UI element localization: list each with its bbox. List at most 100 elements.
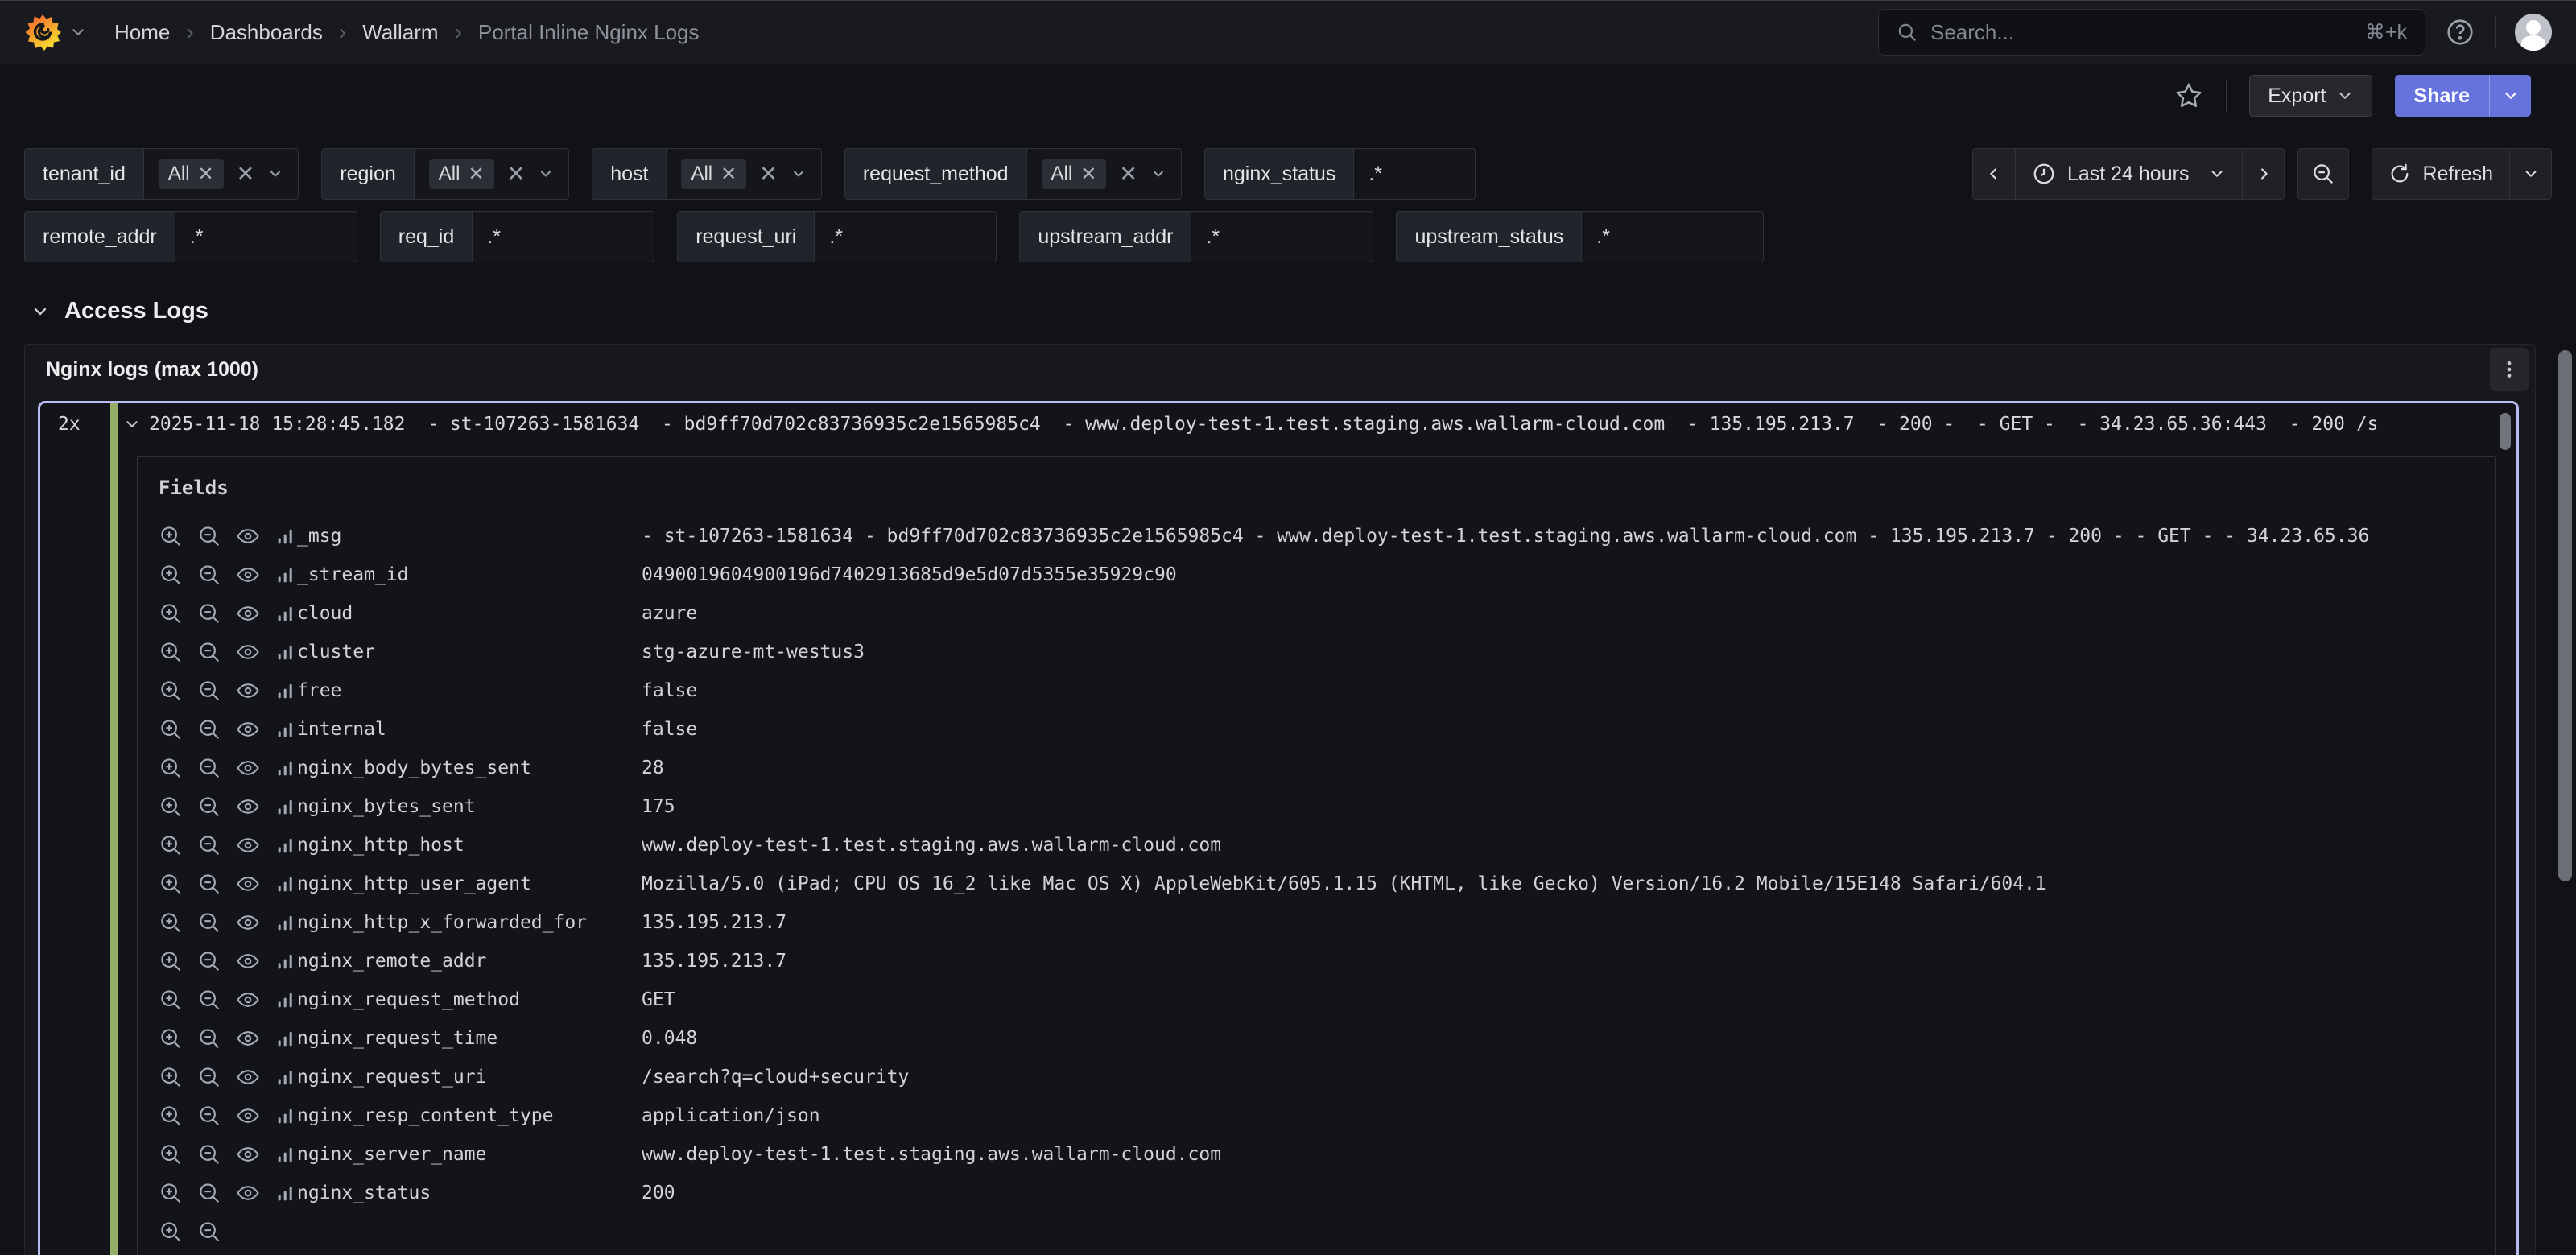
variable-value-box[interactable]: All ✕ ✕ xyxy=(415,149,568,199)
filter-for-value-button[interactable] xyxy=(159,601,183,625)
toggle-field-visibility-button[interactable] xyxy=(236,833,260,857)
filter-out-value-button[interactable] xyxy=(197,601,221,625)
filter-out-value-button[interactable] xyxy=(197,872,221,896)
field-stats-button[interactable] xyxy=(275,718,297,741)
field-stats-button[interactable] xyxy=(275,525,297,547)
field-stats-button[interactable] xyxy=(275,795,297,818)
toggle-field-visibility-button[interactable] xyxy=(236,949,260,973)
filter-out-value-button[interactable] xyxy=(197,524,221,548)
share-menu-button[interactable] xyxy=(2489,75,2531,117)
regex-input[interactable] xyxy=(473,212,654,262)
log-line[interactable]: 2x 2025-11-18 15:28:45.182 - st-107263-1… xyxy=(40,403,2516,445)
chip-remove-icon[interactable]: ✕ xyxy=(198,163,214,186)
filter-for-value-button[interactable] xyxy=(159,1026,183,1051)
filter-out-value-button[interactable] xyxy=(197,640,221,664)
filter-for-value-button[interactable] xyxy=(159,524,183,548)
regex-input[interactable] xyxy=(1582,212,1763,262)
filter-out-value-button[interactable] xyxy=(197,1181,221,1205)
filter-out-value-button[interactable] xyxy=(197,910,221,935)
field-stats-button[interactable] xyxy=(275,989,297,1011)
toggle-field-visibility-button[interactable] xyxy=(236,679,260,703)
filter-for-value-button[interactable] xyxy=(159,679,183,703)
grafana-logo-menu[interactable] xyxy=(24,14,87,51)
filter-out-value-button[interactable] xyxy=(197,563,221,587)
filter-for-value-button[interactable] xyxy=(159,1220,183,1244)
global-search[interactable]: ⌘+k xyxy=(1878,9,2425,56)
toggle-field-visibility-button[interactable] xyxy=(236,1026,260,1051)
filter-out-value-button[interactable] xyxy=(197,756,221,780)
field-stats-button[interactable] xyxy=(275,757,297,779)
collapse-log-button[interactable] xyxy=(123,415,141,433)
filter-for-value-button[interactable] xyxy=(159,1065,183,1089)
toggle-field-visibility-button[interactable] xyxy=(236,640,260,664)
regex-input[interactable] xyxy=(175,212,357,262)
filter-for-value-button[interactable] xyxy=(159,1181,183,1205)
chevron-down-icon[interactable] xyxy=(538,166,554,182)
filter-out-value-button[interactable] xyxy=(197,833,221,857)
variable-value-box[interactable]: All ✕ ✕ xyxy=(144,149,298,199)
field-stats-button[interactable] xyxy=(275,602,297,625)
breadcrumb-item[interactable]: Dashboards xyxy=(170,19,323,45)
page-scrollbar-thumb[interactable] xyxy=(2558,350,2572,881)
chip-remove-icon[interactable]: ✕ xyxy=(720,163,737,186)
field-stats-button[interactable] xyxy=(275,950,297,972)
field-stats-button[interactable] xyxy=(275,834,297,857)
clear-selection-icon[interactable]: ✕ xyxy=(237,163,255,185)
toggle-field-visibility-button[interactable] xyxy=(236,1142,260,1166)
help-button[interactable] xyxy=(2445,17,2475,47)
breadcrumb-item[interactable]: Home xyxy=(114,20,170,45)
filter-out-value-button[interactable] xyxy=(197,679,221,703)
time-shift-back-button[interactable] xyxy=(1973,149,2015,199)
field-stats-button[interactable] xyxy=(275,564,297,586)
clear-selection-icon[interactable]: ✕ xyxy=(759,163,778,185)
chip-remove-icon[interactable]: ✕ xyxy=(1080,163,1096,186)
search-input[interactable] xyxy=(1930,20,2352,45)
regex-input[interactable] xyxy=(815,212,996,262)
field-stats-button[interactable] xyxy=(275,1104,297,1127)
selected-value-chip[interactable]: All ✕ xyxy=(681,159,746,189)
time-zoom-out-button[interactable] xyxy=(2298,149,2348,199)
breadcrumb-item[interactable]: Portal Inline Nginx Logs xyxy=(439,19,700,45)
chevron-down-icon[interactable] xyxy=(791,166,807,182)
row-access-logs[interactable]: Access Logs xyxy=(0,274,2576,344)
variable-value-box[interactable]: All ✕ ✕ xyxy=(667,149,820,199)
logs-viewer[interactable]: 2x 2025-11-18 15:28:45.182 - st-107263-1… xyxy=(38,401,2519,1255)
toggle-field-visibility-button[interactable] xyxy=(236,795,260,819)
regex-input[interactable] xyxy=(1354,149,1475,199)
field-stats-button[interactable] xyxy=(275,1182,297,1204)
breadcrumb-item[interactable]: Wallarm xyxy=(323,19,439,45)
filter-for-value-button[interactable] xyxy=(159,756,183,780)
field-stats-button[interactable] xyxy=(275,911,297,934)
filter-for-value-button[interactable] xyxy=(159,833,183,857)
filter-out-value-button[interactable] xyxy=(197,1065,221,1089)
filter-out-value-button[interactable] xyxy=(197,795,221,819)
toggle-field-visibility-button[interactable] xyxy=(236,1181,260,1205)
selected-value-chip[interactable]: All ✕ xyxy=(1042,159,1107,189)
filter-for-value-button[interactable] xyxy=(159,949,183,973)
panel-menu-button[interactable] xyxy=(2490,348,2529,391)
filter-for-value-button[interactable] xyxy=(159,717,183,741)
time-range-button[interactable]: Last 24 hours xyxy=(2015,149,2243,199)
toggle-field-visibility-button[interactable] xyxy=(236,563,260,587)
field-stats-button[interactable] xyxy=(275,1066,297,1088)
regex-input[interactable] xyxy=(1191,212,1373,262)
toggle-field-visibility-button[interactable] xyxy=(236,988,260,1012)
toggle-field-visibility-button[interactable] xyxy=(236,756,260,780)
chevron-down-icon[interactable] xyxy=(1150,166,1166,182)
filter-out-value-button[interactable] xyxy=(197,1220,221,1244)
toggle-field-visibility-button[interactable] xyxy=(236,717,260,741)
user-avatar[interactable] xyxy=(2515,14,2552,51)
chevron-down-icon[interactable] xyxy=(267,166,283,182)
refresh-interval-button[interactable] xyxy=(2509,149,2551,199)
field-stats-button[interactable] xyxy=(275,1143,297,1166)
filter-out-value-button[interactable] xyxy=(197,949,221,973)
filter-out-value-button[interactable] xyxy=(197,717,221,741)
filter-for-value-button[interactable] xyxy=(159,563,183,587)
favorite-star-button[interactable] xyxy=(2174,81,2203,110)
filter-for-value-button[interactable] xyxy=(159,1104,183,1128)
selected-value-chip[interactable]: All ✕ xyxy=(429,159,494,189)
filter-out-value-button[interactable] xyxy=(197,988,221,1012)
toggle-field-visibility-button[interactable] xyxy=(236,601,260,625)
toggle-field-visibility-button[interactable] xyxy=(236,872,260,896)
field-stats-button[interactable] xyxy=(275,873,297,895)
